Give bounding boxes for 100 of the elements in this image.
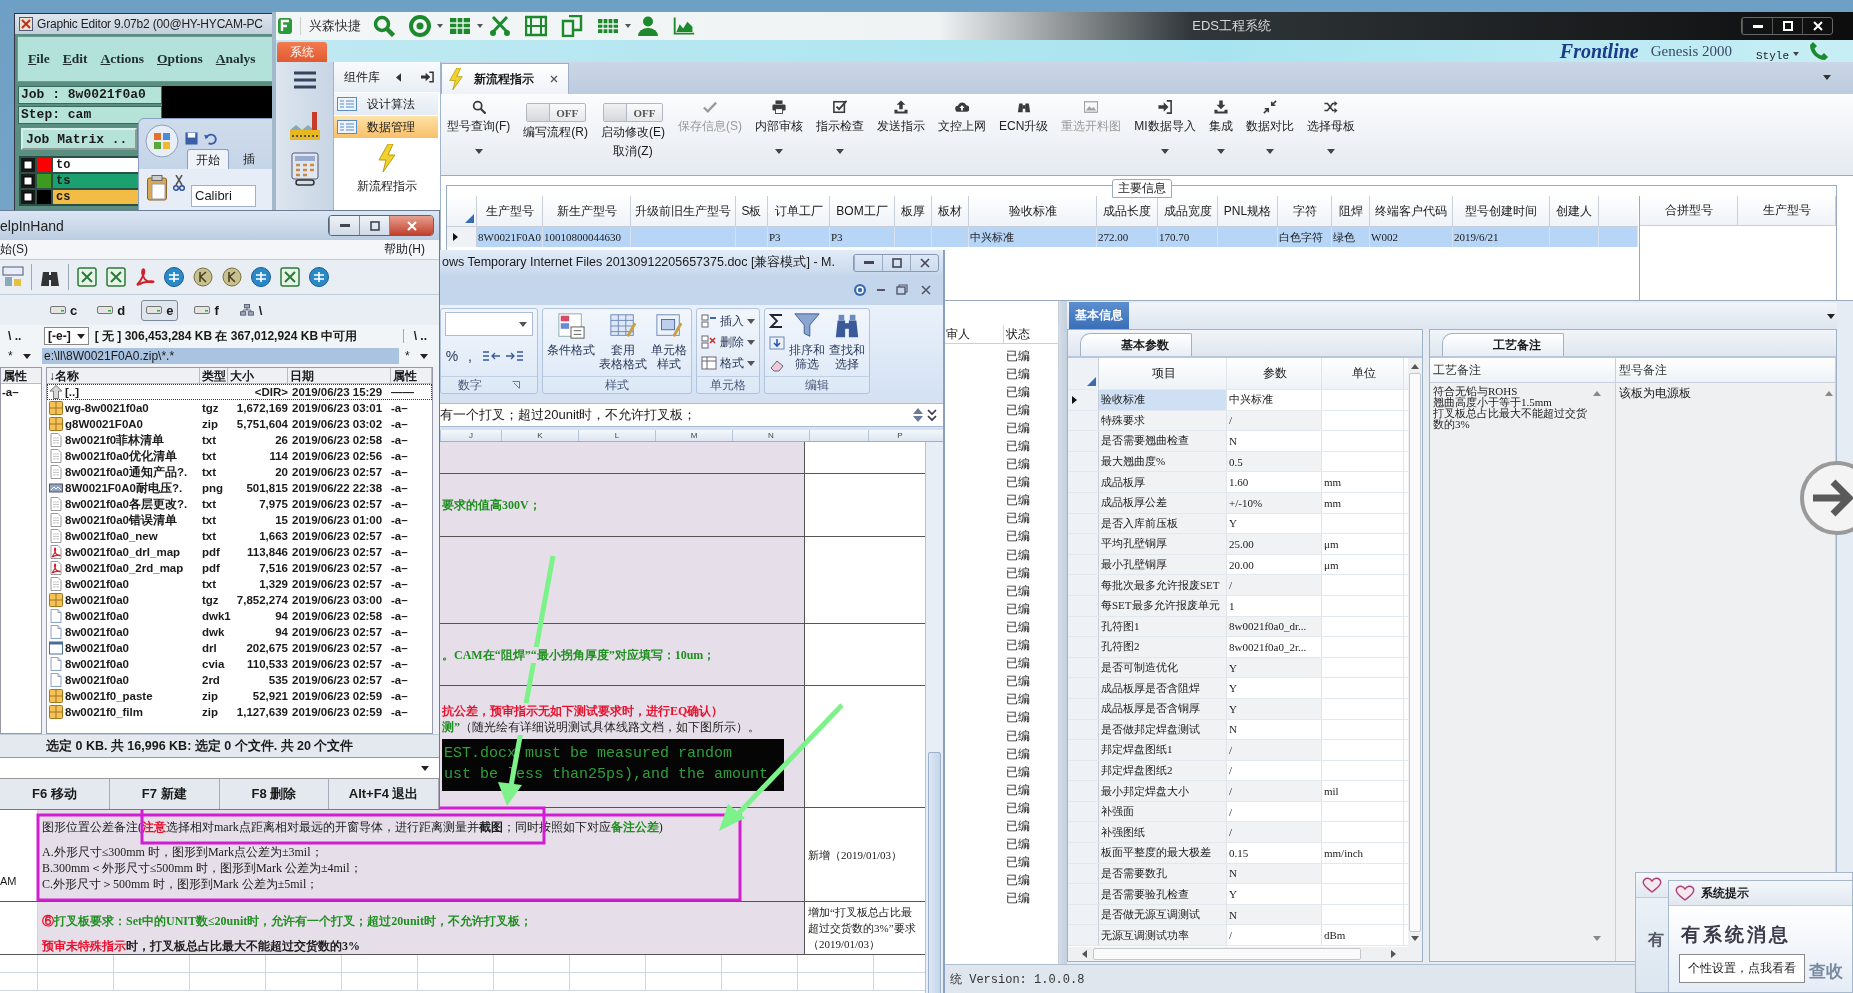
office-button-icon[interactable]: [145, 124, 179, 158]
toolbar-button[interactable]: MI数据导入: [1134, 100, 1196, 154]
caret-icon[interactable]: [1823, 75, 1831, 80]
ribbon-button[interactable]: 格式: [701, 354, 755, 372]
toolbar-button[interactable]: ECN升级: [999, 100, 1049, 135]
round-badge-icon[interactable]: [308, 266, 330, 288]
phone-icon[interactable]: [1809, 41, 1829, 61]
column-header[interactable]: P: [868, 430, 931, 441]
file-row[interactable]: 8W0021F0A0耐电压?. png 501,815 2019/06/22 22:38 -a–: [47, 480, 432, 496]
menu-item[interactable]: Options: [157, 51, 203, 67]
toolbar-button[interactable]: 内部审核: [755, 100, 803, 154]
next-arrow-button[interactable]: [1797, 460, 1853, 536]
column-header[interactable]: 类型: [200, 368, 228, 385]
font-field[interactable]: Calibri: [191, 185, 256, 207]
file-row[interactable]: 8w0021f0a0_drl_map pdf 113,846 2019/06/23 02:57 -a–: [47, 544, 432, 560]
column-header[interactable]: K: [501, 430, 578, 441]
drive-button[interactable]: e: [141, 299, 179, 321]
coin-icon[interactable]: [221, 266, 243, 288]
file-row[interactable]: 8w0021f0a0 tgz 7,852,274 2019/06/23 03:00 -a–: [47, 592, 432, 608]
round-badge-icon[interactable]: [250, 266, 272, 288]
menu-item[interactable]: 始(S): [0, 241, 28, 258]
function-key-button[interactable]: F6 移动: [0, 779, 110, 809]
caret-icon[interactable]: [437, 24, 443, 28]
ribbon-button[interactable]: 条件格式: [547, 312, 595, 357]
file-row[interactable]: wg-8w0021f0a0 tgz 1,672,169 2019/06/23 03:01 -a–: [47, 400, 432, 416]
left-arrow-icon[interactable]: [396, 72, 401, 82]
column-header[interactable]: M: [655, 430, 732, 441]
toolbar-button[interactable]: 集成: [1208, 100, 1233, 154]
path-field[interactable]: e:\ll\8W0021F0A0.zip\*.*: [42, 348, 399, 364]
scrollbar[interactable]: [1068, 947, 1422, 961]
person-icon[interactable]: [637, 15, 659, 37]
column-header[interactable]: 项目: [1099, 358, 1227, 389]
command-line-field[interactable]: [0, 757, 439, 779]
close-icon[interactable]: [919, 283, 933, 297]
search-icon[interactable]: [373, 15, 395, 37]
up-arrow-icon[interactable]: [1411, 364, 1419, 369]
table-row[interactable]: 8W0021F0A0 10010800044630 P3 P3 中兴标准 272.00 170.70 白色字符 绿色 W002 2019/6/21: [447, 227, 1638, 247]
ribbon-button[interactable]: 单元格 样式: [651, 312, 687, 371]
scrollbar[interactable]: [1408, 358, 1422, 947]
ribbon-button[interactable]: 查找和 选择: [829, 312, 865, 371]
undo-icon[interactable]: [204, 131, 217, 145]
ribbon-button[interactable]: 删除: [701, 333, 755, 351]
file-row[interactable]: 8w0021f0菲林清单 txt 26 2019/06/23 02:58 -a–: [47, 432, 432, 448]
decrease-decimal-icon[interactable]: [505, 349, 525, 363]
scissors-icon[interactable]: [489, 15, 511, 37]
filter-dropdown[interactable]: *: [8, 349, 36, 363]
checkbox-icon[interactable]: [21, 174, 35, 188]
checkbox-icon[interactable]: [21, 158, 35, 172]
menu-item[interactable]: Analys: [215, 51, 256, 67]
ribbon-button[interactable]: 套用 表格格式: [599, 312, 647, 371]
drive-button[interactable]: f: [190, 300, 223, 320]
down-arrow-icon[interactable]: [1593, 936, 1601, 941]
round-badge-icon[interactable]: [163, 266, 185, 288]
spreadsheet-icon[interactable]: [279, 266, 301, 288]
column-header[interactable]: 参数: [1227, 358, 1322, 389]
file-row[interactable]: 8w0021f0a0优化清单 txt 114 2019/06/23 02:56 -a–: [47, 448, 432, 464]
tool-button[interactable]: 新流程指示: [334, 138, 440, 195]
coin-icon[interactable]: [192, 266, 214, 288]
ribbon-tab[interactable]: 开始: [187, 149, 229, 169]
panel-tab[interactable]: 基本信息: [1069, 302, 1129, 329]
column-header[interactable]: 单位: [1322, 358, 1404, 389]
style-menu[interactable]: Style: [1756, 50, 1789, 62]
filter-dropdown[interactable]: *: [405, 349, 433, 363]
file-row[interactable]: 8w0021f0a0 cvia 110,533 2019/06/23 02:57 -a–: [47, 656, 432, 672]
down-arrow-icon[interactable]: [1411, 936, 1419, 941]
file-row[interactable]: 8w0021f0_film zip 1,127,639 2019/06/23 02:59 -a–: [47, 704, 432, 720]
spreadsheet-icon[interactable]: [105, 266, 127, 288]
column-header[interactable]: 大小: [228, 368, 288, 385]
file-row[interactable]: 8w0021f0a0 drl 202,675 2019/06/23 02:57 -a–: [47, 640, 432, 656]
column-header[interactable]: N: [732, 430, 809, 441]
column-header[interactable]: 型号备注: [1616, 358, 1835, 383]
toolbar-button[interactable]: 发送指示: [877, 100, 925, 135]
help-icon[interactable]: [853, 283, 867, 297]
scroll-thumb[interactable]: [1409, 373, 1421, 932]
scrollbar[interactable]: [925, 442, 943, 993]
restore-icon[interactable]: [895, 283, 909, 297]
copy-documents-icon[interactable]: [561, 15, 583, 37]
layer-name[interactable]: ts: [53, 174, 141, 188]
ribbon-button[interactable]: 排序和 筛选: [789, 312, 825, 371]
film-icon[interactable]: [525, 15, 547, 37]
scroll-thumb[interactable]: [1093, 948, 1361, 960]
file-row[interactable]: 8w0021f0a0各层更改?. txt 7,975 2019/06/23 02:57 -a–: [47, 496, 432, 512]
sub-tab[interactable]: 基本参数: [1080, 333, 1192, 356]
column-header[interactable]: 合拼型号: [1640, 196, 1738, 226]
checkbox-icon[interactable]: [21, 190, 35, 204]
toolbar-button[interactable]: 数据对比: [1245, 100, 1294, 154]
column-header[interactable]: L: [578, 430, 655, 441]
menu-item[interactable]: Actions: [100, 51, 145, 67]
file-row[interactable]: 8w0021f0a0 dwk1 94 2019/06/23 02:58 -a–: [47, 608, 432, 624]
layer-name[interactable]: to: [53, 158, 141, 172]
right-arrow-icon[interactable]: [1391, 950, 1396, 958]
toolbar-button[interactable]: 文控上网: [938, 100, 986, 135]
layer-name[interactable]: cs: [53, 190, 141, 204]
function-key-button[interactable]: F8 删除: [219, 779, 330, 809]
sum-icon[interactable]: [769, 314, 785, 328]
drive-dropdown[interactable]: [-e-]: [44, 327, 89, 345]
column-header[interactable]: 生产型号: [1738, 196, 1836, 226]
minimize-button[interactable]: [329, 216, 359, 235]
column-header[interactable]: 工艺备注: [1430, 358, 1615, 383]
menu-icon[interactable]: [292, 70, 317, 90]
